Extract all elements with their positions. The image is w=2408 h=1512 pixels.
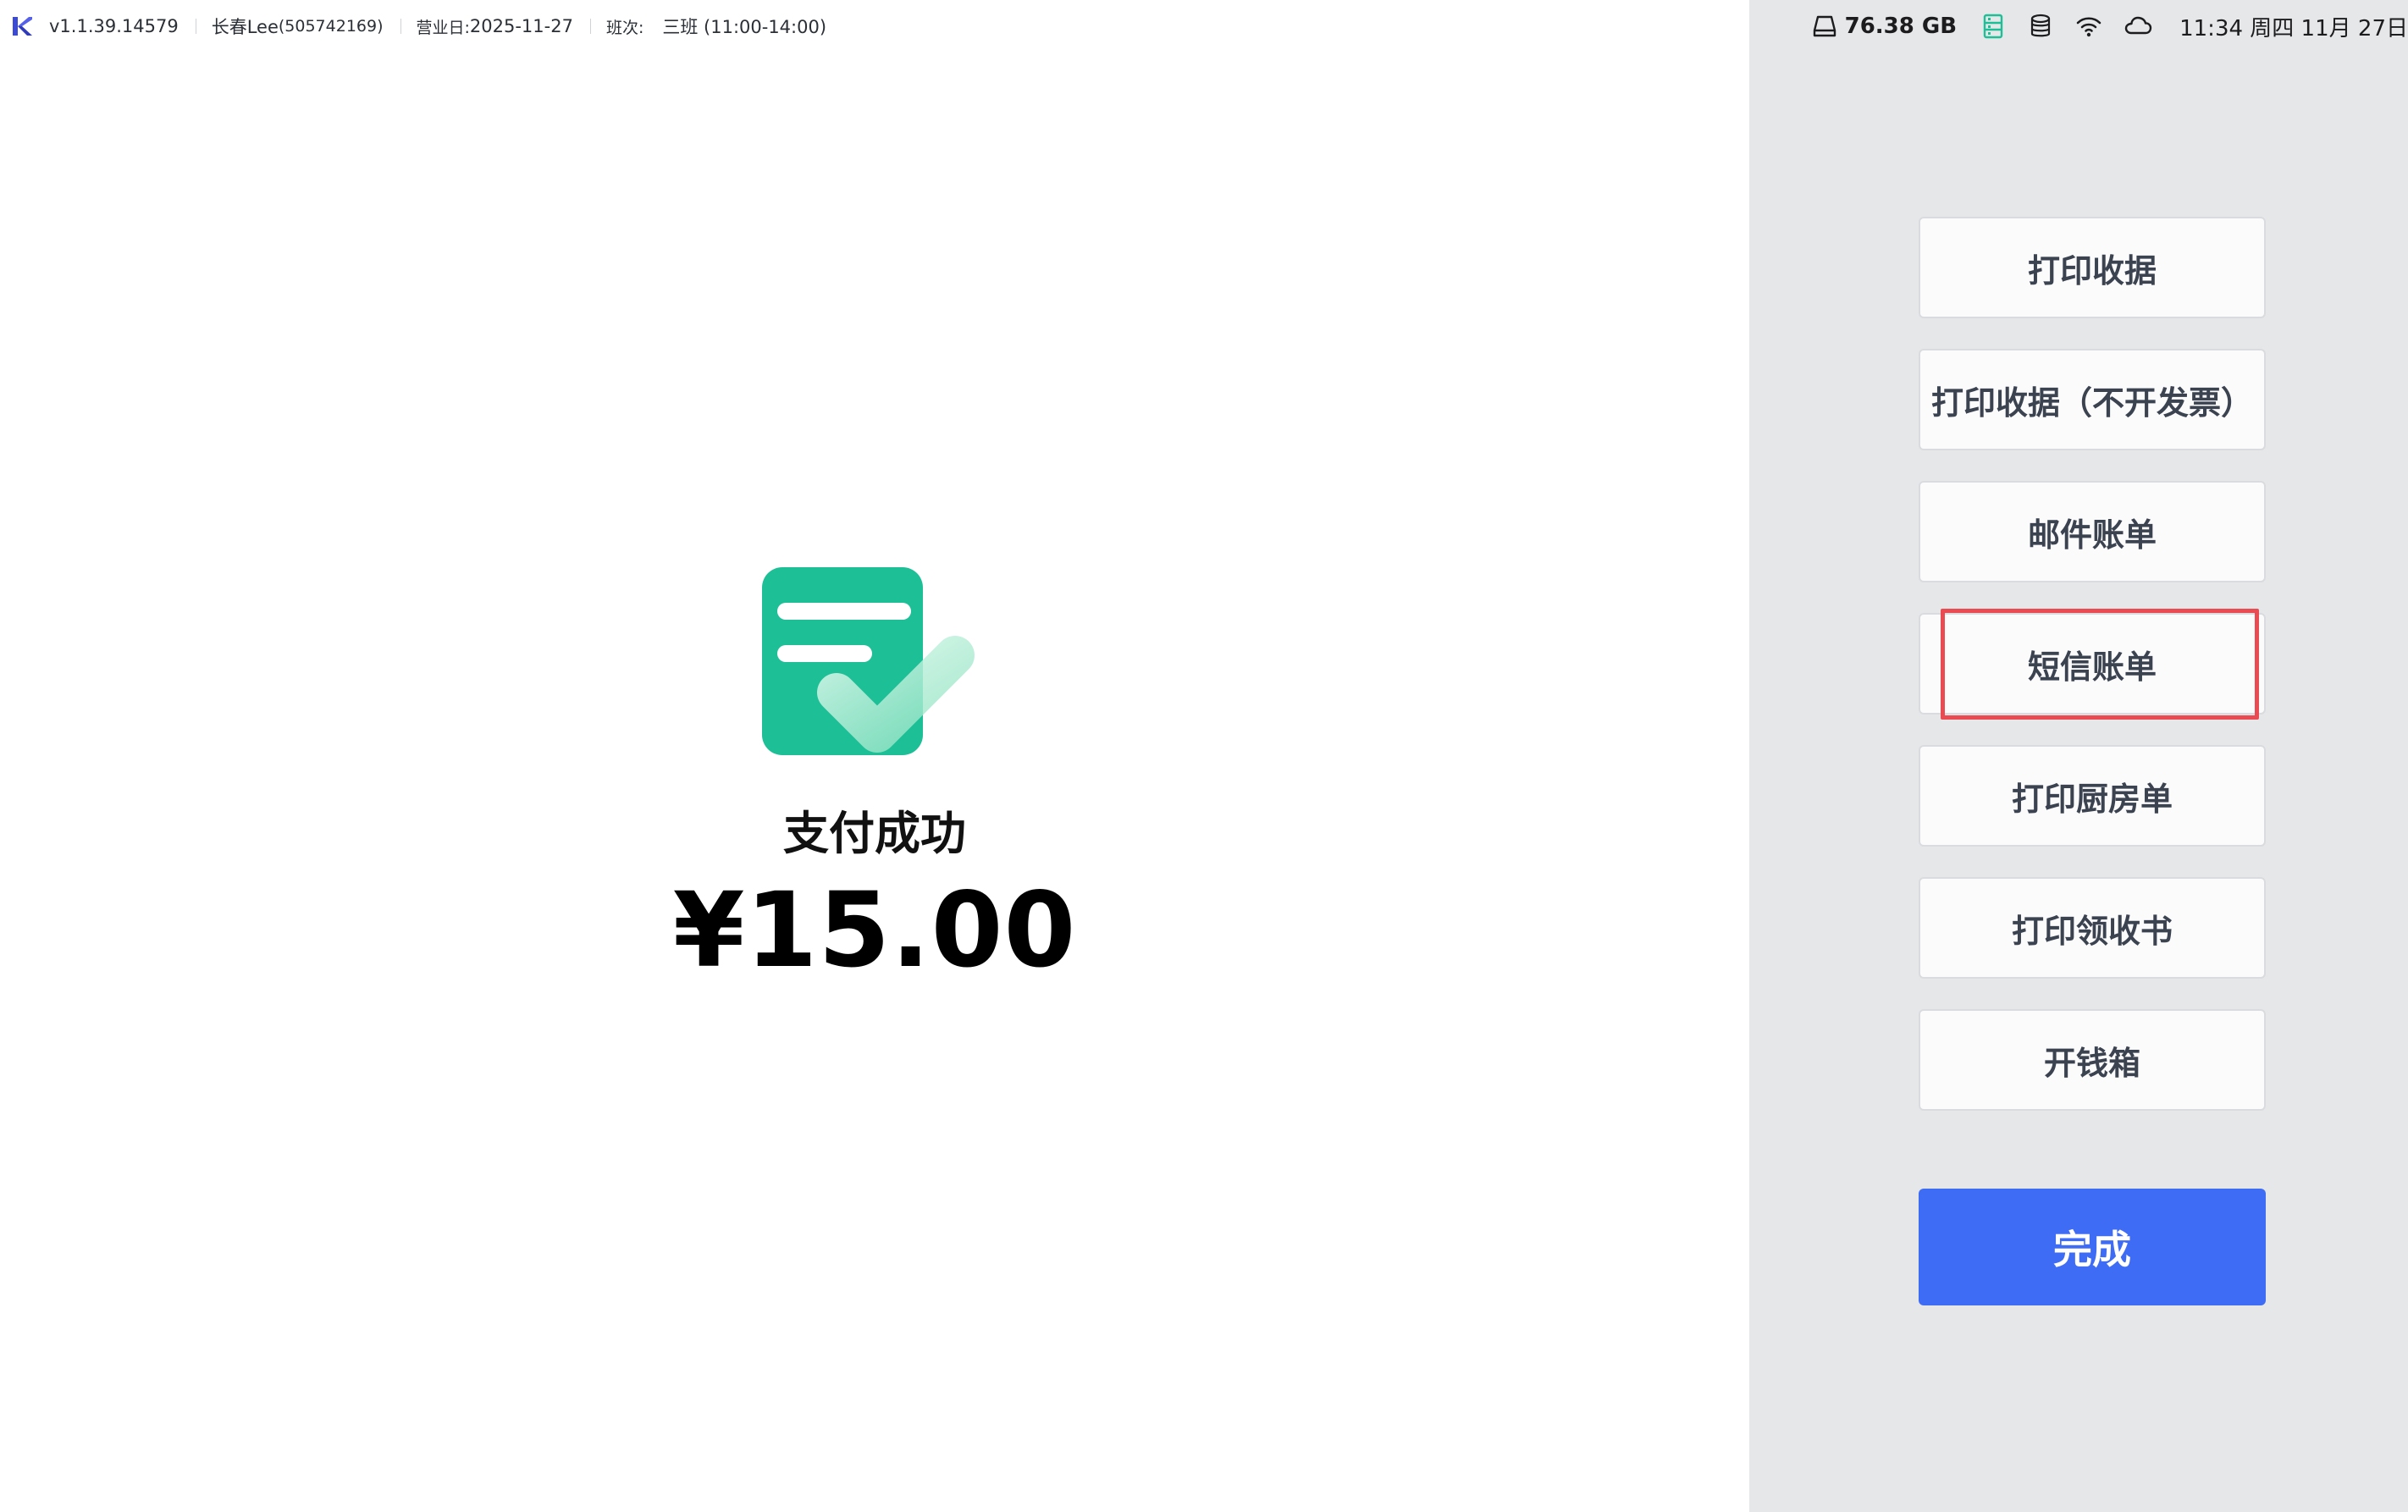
user-name: 长春Lee [211, 17, 279, 37]
print-official-receipt-button[interactable]: 打印领收书 [1919, 877, 2266, 979]
app-version: v1.1.39.14579 [49, 16, 179, 36]
divider [400, 19, 401, 34]
print-receipt-button[interactable]: 打印收据 [1919, 217, 2266, 318]
database-icon[interactable] [2027, 11, 2053, 41]
cloud-icon[interactable] [2124, 11, 2152, 41]
disk-icon [1812, 11, 1838, 41]
done-button[interactable]: 完成 [1919, 1189, 2266, 1305]
payment-result-panel: v1.1.39.14579 长春Lee (505742169) 营业日: 2025-… [0, 0, 1749, 1512]
system-clock: 11:34 周四 11月 27日 [2179, 15, 2408, 41]
app-window: v1.1.39.14579 长春Lee (505742169) 营业日: 2025-… [0, 0, 2408, 1512]
divider [589, 19, 591, 34]
app-topbar: v1.1.39.14579 长春Lee (505742169) 营业日: 2025-… [0, 0, 826, 52]
payment-success-icon [762, 567, 975, 755]
email-bill-button[interactable]: 邮件账单 [1919, 481, 2266, 582]
print-receipt-no-invoice-button[interactable]: 打印收据（不开发票） [1919, 349, 2266, 450]
app-logo-icon [13, 17, 32, 36]
payment-amount: ¥15.00 [672, 870, 1077, 991]
disk-free-space: 76.38 GB [1844, 14, 1958, 39]
shift-label: 班次: [605, 18, 644, 37]
shift-value: 三班 (11:00-14:00) [662, 17, 827, 37]
server-status-icon[interactable] [1980, 11, 2006, 41]
user-id: (505742169) [278, 17, 384, 36]
sms-bill-button[interactable]: 短信账单 [1919, 613, 2266, 715]
shift: 班次: 三班 (11:00-14:00) [606, 14, 826, 39]
print-kitchen-ticket-button[interactable]: 打印厨房单 [1919, 745, 2266, 847]
open-cash-drawer-button[interactable]: 开钱箱 [1919, 1009, 2266, 1111]
current-user: 长春Lee (505742169) [212, 14, 384, 39]
wifi-icon[interactable] [2075, 11, 2102, 41]
business-day-value: 2025-11-27 [469, 16, 573, 36]
business-day: 营业日: 2025-11-27 [417, 15, 573, 38]
system-status-bar: 76.38 GB 11:34 周四 11月 27日 [1749, 0, 2408, 52]
business-day-label: 营业日: [416, 18, 470, 37]
payment-status-title: 支付成功 [783, 807, 966, 860]
